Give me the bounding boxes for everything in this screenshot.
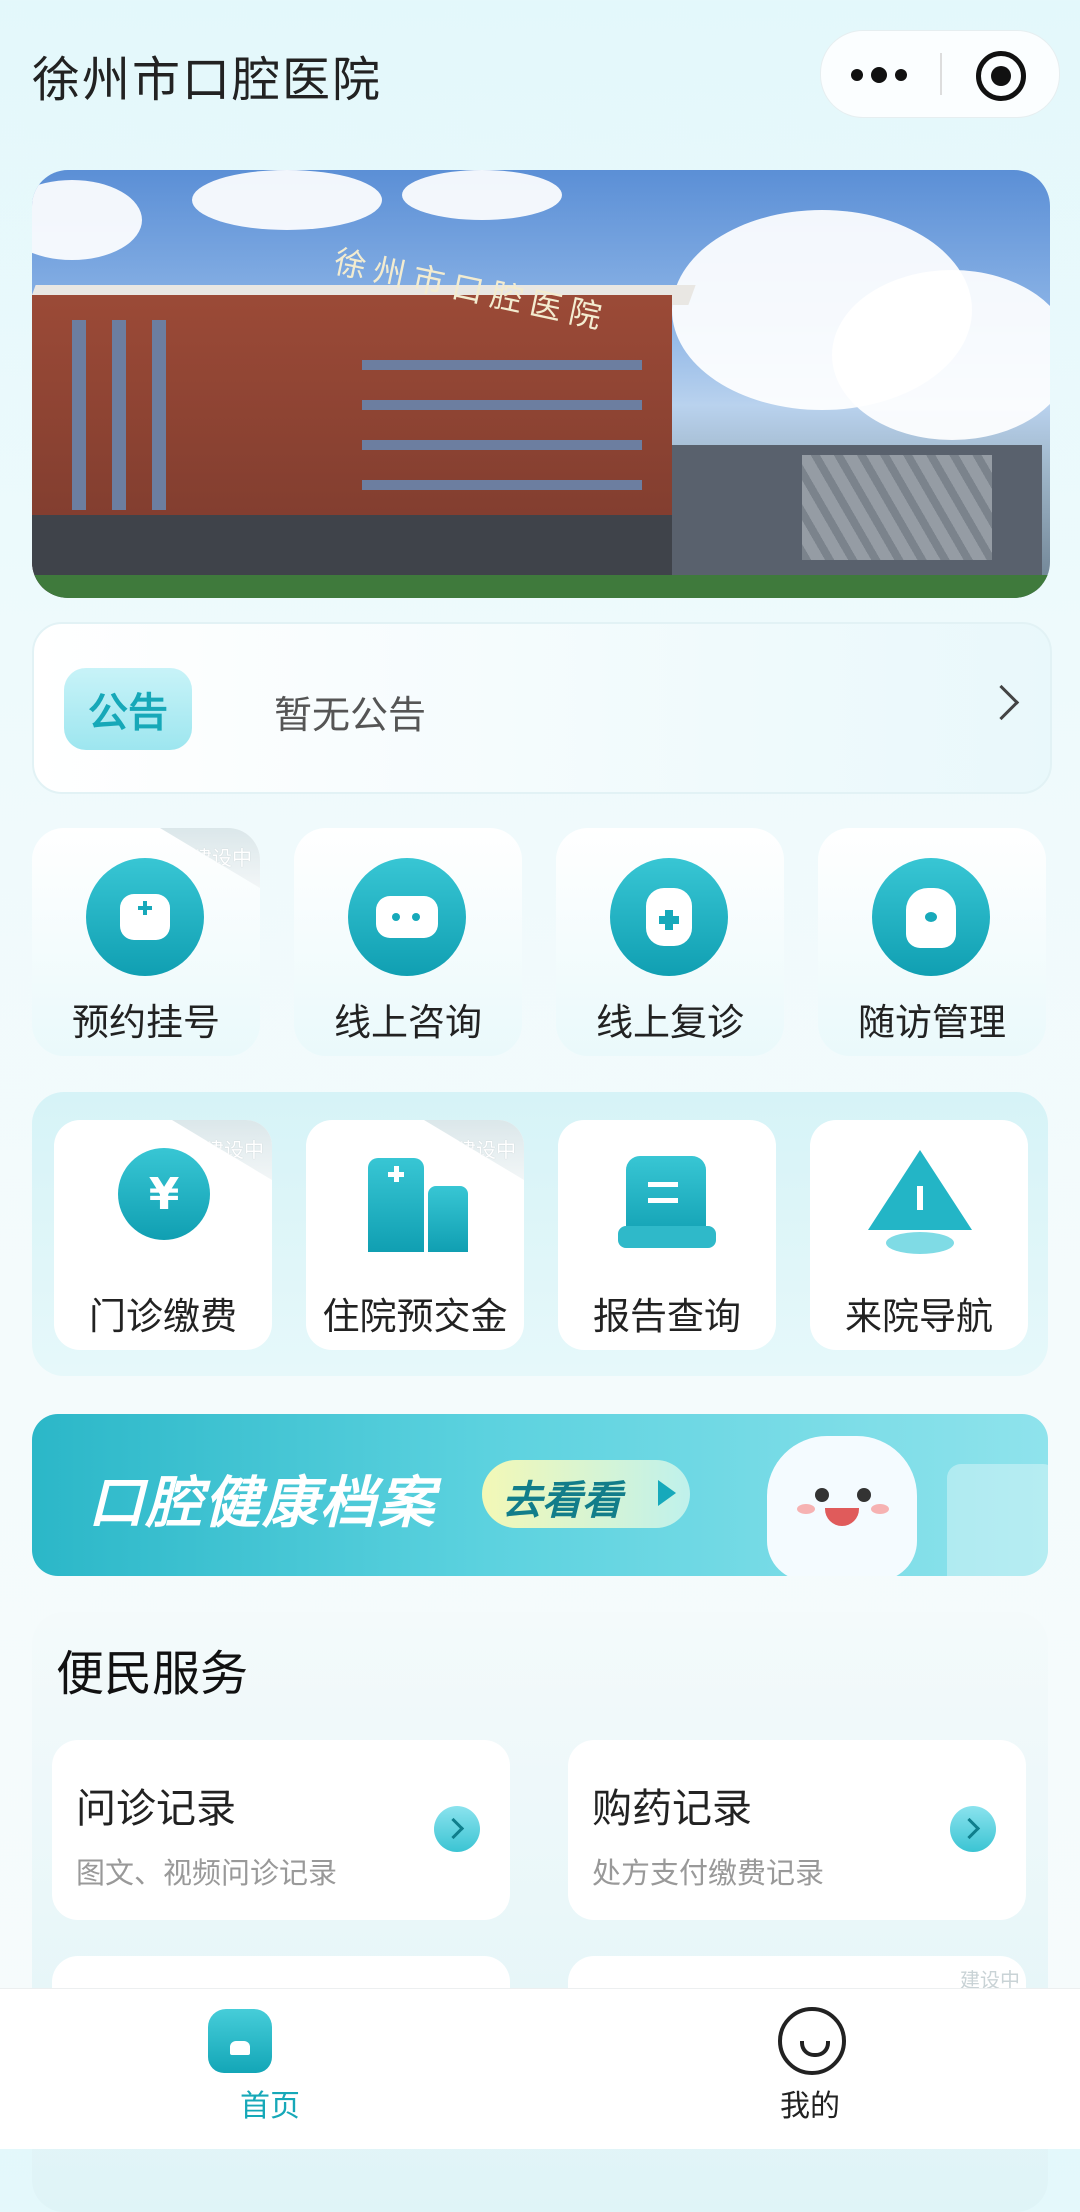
- play-arrow-icon: [658, 1480, 676, 1506]
- notice-text: 暂无公告: [274, 693, 427, 737]
- online-revisit-card[interactable]: 线上复诊: [556, 828, 784, 1056]
- building-window: [112, 320, 126, 510]
- tooth-icon: [872, 858, 990, 976]
- more-dot-icon: [851, 69, 863, 81]
- chat-bubble-icon: [348, 858, 466, 976]
- report-query-card[interactable]: 报告查询: [558, 1120, 776, 1350]
- inpatient-deposit-label: 住院预交金: [322, 1295, 508, 1338]
- consultation-records-title: 问诊记录: [76, 1786, 236, 1832]
- online-revisit-label: 线上复诊: [596, 1001, 744, 1044]
- yuan-coin-icon: ¥: [118, 1148, 210, 1240]
- tab-mine[interactable]: 我的: [540, 1989, 1080, 2149]
- building-window: [152, 320, 166, 510]
- online-consult-card[interactable]: 线上咨询: [294, 828, 522, 1056]
- report-query-label: 报告查询: [593, 1295, 741, 1338]
- medicine-bottle-icon: [610, 858, 728, 976]
- close-button[interactable]: [942, 31, 1059, 117]
- consultation-records-subtitle: 图文、视频问诊记录: [76, 1856, 338, 1890]
- chevron-right-icon: [434, 1806, 480, 1852]
- calendar-plus-icon: [86, 858, 204, 976]
- tab-home[interactable]: 首页: [0, 1989, 540, 2149]
- cloud: [832, 270, 1050, 440]
- home-icon: [208, 2009, 272, 2073]
- notice-badge: 公告: [64, 668, 192, 750]
- user-face-icon: [778, 2007, 846, 2075]
- cloud: [402, 170, 562, 220]
- building-decoration: [947, 1464, 1048, 1576]
- health-record-title: 口腔健康档案: [88, 1471, 436, 1536]
- hospital-banner-image[interactable]: 徐州市口腔医院: [32, 170, 1050, 598]
- mascot-blush: [797, 1504, 815, 1514]
- hexagon-facade: [802, 455, 992, 560]
- page-title: 徐州市口腔医院: [32, 52, 383, 108]
- mini-program-capsule: [820, 30, 1060, 118]
- tooth-mascot-icon: [767, 1436, 917, 1576]
- appointment-card[interactable]: 建设中 预约挂号: [32, 828, 260, 1056]
- online-consult-label: 线上咨询: [334, 1001, 482, 1044]
- cloud: [192, 170, 382, 230]
- building-window: [362, 400, 642, 410]
- medicine-records-card[interactable]: 购药记录 处方支付缴费记录: [568, 1740, 1026, 1920]
- more-button[interactable]: [821, 31, 940, 117]
- follow-up-label: 随访管理: [858, 1001, 1006, 1044]
- services-title: 便民服务: [56, 1646, 249, 1702]
- consultation-records-card[interactable]: 问诊记录 图文、视频问诊记录: [52, 1740, 510, 1920]
- under-construction-tag: 建设中: [424, 1120, 524, 1180]
- outpatient-payment-label: 门诊缴费: [89, 1295, 237, 1338]
- chevron-right-icon: [983, 684, 1020, 721]
- tab-mine-label: 我的: [780, 2089, 840, 2124]
- services-grid-panel: 建设中 ¥ 门诊缴费 建设中 住院预交金 报告查询 来院导航: [32, 1092, 1048, 1376]
- cloud: [32, 180, 142, 260]
- more-dot-icon: [895, 69, 907, 81]
- tab-home-label: 首页: [240, 2089, 300, 2124]
- mascot-blush: [871, 1504, 889, 1514]
- oral-health-record-banner[interactable]: 口腔健康档案 去看看: [32, 1414, 1048, 1576]
- bottom-tab-bar: 首页 我的: [0, 1988, 1080, 2149]
- inpatient-deposit-card[interactable]: 建设中 住院预交金: [306, 1120, 524, 1350]
- navigation-card[interactable]: 来院导航: [810, 1120, 1028, 1350]
- notice-bar[interactable]: 公告 暂无公告: [32, 622, 1052, 794]
- mascot-eye: [815, 1488, 829, 1502]
- mascot-eye: [857, 1488, 871, 1502]
- go-look-button[interactable]: 去看看: [482, 1460, 690, 1528]
- outpatient-payment-card[interactable]: 建设中 ¥ 门诊缴费: [54, 1120, 272, 1350]
- follow-up-card[interactable]: 随访管理: [818, 828, 1046, 1056]
- top-bar: 徐州市口腔医院: [0, 0, 1080, 150]
- building-window: [362, 360, 642, 370]
- appointment-label: 预约挂号: [72, 1001, 220, 1044]
- medicine-records-title: 购药记录: [592, 1786, 752, 1832]
- building-window: [72, 320, 86, 510]
- navigation-label: 来院导航: [845, 1295, 993, 1338]
- go-look-label: 去看看: [502, 1478, 622, 1524]
- building-window: [362, 440, 642, 450]
- target-circle-icon: [976, 51, 1026, 101]
- chevron-right-icon: [950, 1806, 996, 1852]
- lawn: [32, 575, 1050, 598]
- more-dot-icon: [871, 67, 887, 83]
- mascot-mouth: [825, 1508, 859, 1526]
- building-window: [362, 480, 642, 490]
- medicine-records-subtitle: 处方支付缴费记录: [592, 1856, 825, 1890]
